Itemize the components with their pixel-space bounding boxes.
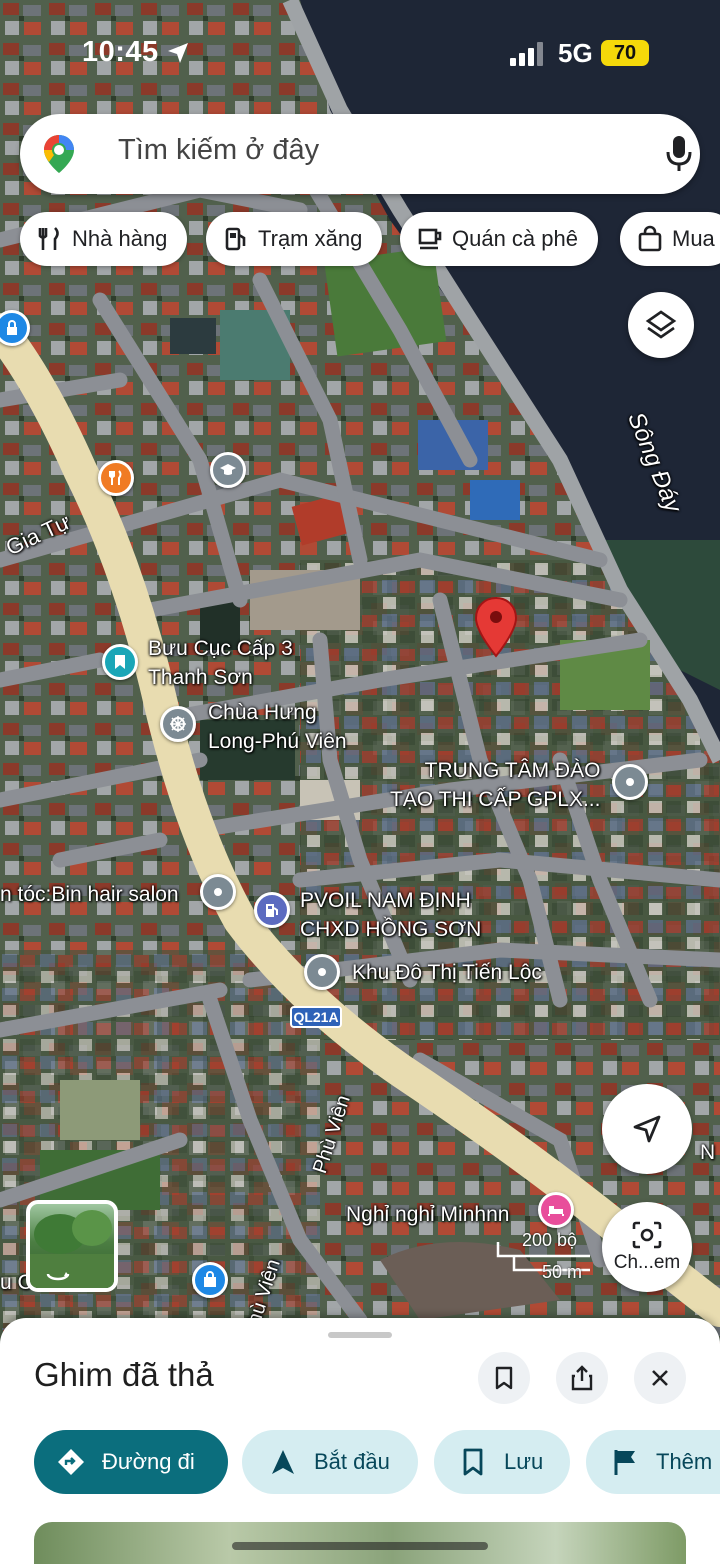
scale-metric: 50 m <box>542 1262 583 1282</box>
share-icon <box>571 1365 593 1391</box>
place-dot-icon <box>214 888 222 896</box>
road-shield-ql21a: QL21A <box>290 1006 342 1028</box>
directions-label: Đường đi <box>102 1449 195 1474</box>
more-label: Thêm <box>656 1449 713 1474</box>
battery-indicator: 70 <box>601 40 649 66</box>
flag-icon <box>614 1450 635 1475</box>
graduation-cap-icon <box>220 464 236 475</box>
my-location-button[interactable] <box>602 1084 692 1174</box>
lock-icon <box>7 320 17 335</box>
place-label-trung-tam: TRUNG TÂM ĐÀO TẠO THI CẤP GPLX... <box>390 759 601 811</box>
start-button[interactable]: Bắt đầu <box>242 1430 418 1494</box>
salon-marker[interactable] <box>200 874 236 910</box>
place-label-pvoil: PVOIL NAM ĐỊNH CHXD HỒNG SƠN <box>300 889 482 941</box>
lens-button[interactable]: Ch...em <box>602 1202 692 1292</box>
temple-marker[interactable] <box>160 706 196 742</box>
close-button[interactable] <box>634 1352 686 1404</box>
location-arrow-icon <box>168 43 188 63</box>
place-label-buu-cuc: Bưu Cục Cấp 3 Thanh Sơn <box>148 637 293 689</box>
share-button[interactable] <box>556 1352 608 1404</box>
coffee-cup-icon <box>418 228 442 250</box>
place-dot-icon <box>626 778 634 786</box>
cellular-signal-icon <box>510 42 543 66</box>
chip-label: Nhà hàng <box>72 226 168 251</box>
shop-marker[interactable] <box>192 1262 228 1298</box>
street-view-photo <box>30 1210 114 1288</box>
fork-knife-icon <box>38 227 59 250</box>
place-label-nghi: Nghỉ nghỉ Minhnn <box>346 1203 510 1226</box>
bed-icon <box>548 1206 564 1216</box>
lens-label: Ch...em <box>613 1252 681 1273</box>
chip-label: Mua <box>672 226 715 251</box>
chip-label: Trạm xăng <box>258 226 363 251</box>
place-label-chua: Chùa Hưng Long-Phú Viên <box>208 701 347 753</box>
save-icon-button[interactable] <box>478 1352 530 1404</box>
road-shield-label: QL21A <box>293 1009 339 1025</box>
street-view-thumbnail[interactable] <box>26 1200 118 1292</box>
bookmark-icon <box>495 1366 513 1390</box>
layers-icon <box>645 310 677 339</box>
more-button[interactable]: Thêm <box>586 1430 720 1494</box>
place-dot-icon <box>318 968 326 976</box>
chip-coffee[interactable]: Quán cà phê <box>400 212 598 266</box>
sheet-drag-handle[interactable] <box>328 1332 392 1338</box>
close-icon <box>652 1370 668 1386</box>
restaurant-marker[interactable] <box>98 460 134 496</box>
scale-imperial: 200 bộ <box>522 1230 578 1250</box>
dropped-pin-icon[interactable] <box>474 596 518 658</box>
hotel-marker[interactable] <box>538 1192 574 1228</box>
bookmark-icon <box>463 1448 483 1476</box>
chip-shopping[interactable]: Mua <box>620 212 720 266</box>
training-center-marker[interactable] <box>612 764 648 800</box>
layers-button[interactable] <box>628 292 694 358</box>
chip-gas-stations[interactable]: Trạm xăng <box>206 212 383 266</box>
home-indicator[interactable] <box>232 1542 488 1550</box>
gas-station-icon <box>266 904 278 917</box>
gas-station-marker[interactable] <box>254 892 290 928</box>
status-time: 10:45 <box>82 36 159 68</box>
dharma-wheel-icon <box>170 716 186 732</box>
place-label-khu-do-thi: Khu Đô Thị Tiến Lộc <box>352 961 542 984</box>
fork-knife-icon <box>109 470 122 485</box>
search-bar[interactable]: Tìm kiếm ở đây <box>20 114 700 194</box>
sheet-title: Ghim đã thả <box>34 1356 214 1393</box>
start-label: Bắt đầu <box>314 1449 390 1474</box>
camera-lens-icon <box>632 1221 662 1249</box>
urban-area-marker[interactable] <box>304 954 340 990</box>
place-label-right-edge: N <box>700 1141 716 1164</box>
directions-icon <box>58 1449 84 1475</box>
gas-station-icon <box>225 227 246 251</box>
navigation-arrow-icon <box>633 1115 661 1143</box>
status-bar: 10:45 5G 70 <box>0 0 720 100</box>
network-type: 5G <box>558 38 593 68</box>
chip-restaurants[interactable]: Nhà hàng <box>20 212 188 266</box>
place-bottom-sheet[interactable]: Ghim đã thả Đường đi Bắt đầu Lưu Thêm <box>0 1318 720 1564</box>
save-label: Lưu <box>504 1449 544 1474</box>
shopping-bag-icon <box>204 1271 216 1287</box>
google-maps-logo-icon <box>44 135 74 173</box>
school-marker[interactable] <box>210 452 246 488</box>
navigation-arrow-icon <box>272 1450 294 1474</box>
place-label-salon: n tóc:Bin hair salon <box>0 883 179 906</box>
map-scale: 200 bộ 50 m <box>494 1228 594 1288</box>
post-office-marker[interactable] <box>102 644 138 680</box>
bookmark-pin-icon <box>115 655 125 669</box>
microphone-icon[interactable] <box>664 134 694 174</box>
save-button[interactable]: Lưu <box>434 1430 570 1494</box>
chip-label: Quán cà phê <box>452 226 578 251</box>
shopping-bag-icon <box>638 225 662 252</box>
search-input[interactable]: Tìm kiếm ở đây <box>118 134 319 167</box>
directions-button[interactable]: Đường đi <box>34 1430 228 1494</box>
